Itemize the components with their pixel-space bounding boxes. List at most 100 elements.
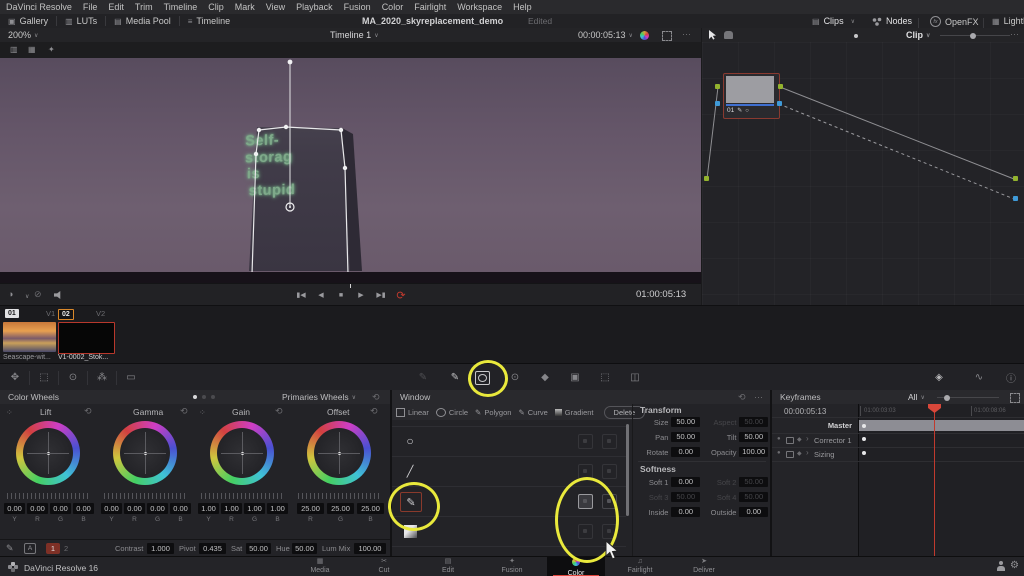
go-to-end-button[interactable]: ▶▮ <box>373 288 389 302</box>
track-sizing-label[interactable]: Sizing <box>814 450 834 459</box>
sizing-keyframe-icon[interactable]: ◆ <box>797 450 802 457</box>
wheels-reset-icon[interactable]: ⟲ <box>372 392 380 403</box>
palette-page-dots[interactable] <box>193 395 215 399</box>
track-corrector1-label[interactable]: Corrector 1 <box>814 436 852 445</box>
linear-shape-button[interactable]: Linear <box>396 408 429 417</box>
menu-workspace[interactable]: Workspace <box>457 2 502 12</box>
line-window-invert-toggle[interactable] <box>602 464 617 479</box>
step-back-button[interactable]: ◀ <box>313 288 329 302</box>
gamma-g-value[interactable]: 0.00 <box>147 503 168 514</box>
offset-reset-icon[interactable]: ⟲ <box>370 406 378 417</box>
menu-trim[interactable]: Trim <box>135 2 153 12</box>
gallery-button[interactable]: ▣ Gallery <box>8 16 48 26</box>
frame-tool-icon[interactable]: ▭ <box>120 372 142 383</box>
window-row-curve-selected[interactable]: ✎ <box>392 486 626 517</box>
keyframes-zoom-handle[interactable] <box>944 395 950 401</box>
outside-value[interactable]: 0.00 <box>739 507 768 517</box>
master-keyframe-dot[interactable] <box>862 424 866 428</box>
sizing-palette-icon[interactable]: ⬚ <box>594 372 616 383</box>
clips-button[interactable]: ▤ Clips ∨ <box>812 16 855 26</box>
lift-r-value[interactable]: 0.00 <box>27 503 48 514</box>
clip1-thumbnail[interactable] <box>3 322 56 352</box>
gain-g-value[interactable]: 1.00 <box>244 503 265 514</box>
settings-gear-icon[interactable]: ⚙ <box>1010 560 1019 571</box>
sizing-expand-icon[interactable]: › <box>806 448 809 457</box>
auto-balance-badge[interactable]: A <box>24 543 36 554</box>
grade-icon[interactable]: ◑ <box>8 289 13 299</box>
hue-value[interactable]: 50.00 <box>292 543 317 554</box>
clip2-thumbnail[interactable] <box>58 322 115 354</box>
corrector1-lock-icon[interactable] <box>786 437 794 444</box>
viewer-image[interactable]: Self- storag is stupid <box>0 58 701 272</box>
lift-b-value[interactable]: 0.00 <box>73 503 94 514</box>
lift-wheel[interactable] <box>16 421 80 485</box>
timeline-button[interactable]: ≡ Timeline <box>188 16 230 26</box>
audio-mute-icon[interactable] <box>54 291 63 299</box>
viewer-timecode[interactable]: 00:00:05:13 ∨ <box>578 30 633 40</box>
sizing-lock-icon[interactable] <box>786 451 794 458</box>
window-row-circle[interactable]: ○ <box>392 426 626 457</box>
wheels-page-2-button[interactable]: 2 <box>64 544 68 553</box>
node-rgb-input[interactable] <box>715 84 720 89</box>
gradient-window-invert-toggle[interactable] <box>602 524 617 539</box>
soft2-value[interactable]: 50.00 <box>739 477 768 487</box>
node-key-input[interactable] <box>715 101 720 106</box>
info-icon[interactable]: ⓘ <box>1000 370 1022 385</box>
color-match-icon[interactable]: ⁂ <box>91 372 113 383</box>
sizing-tool-icon[interactable]: ⬚ <box>33 372 55 383</box>
dropper-icon[interactable]: ✎ <box>6 543 14 554</box>
graph-rgb-output[interactable] <box>1013 176 1018 181</box>
menu-file[interactable]: File <box>83 2 98 12</box>
enhance-icon[interactable]: ✦ <box>48 45 55 54</box>
nodes-button[interactable]: Nodes <box>872 16 912 26</box>
page-tab-media[interactable]: ▦ Media <box>291 557 349 576</box>
corrector1-expand-icon[interactable]: › <box>806 434 809 443</box>
luts-button[interactable]: ▥ LUTs <box>65 16 97 26</box>
lift-g-value[interactable]: 0.00 <box>50 503 71 514</box>
track-master-label[interactable]: Master <box>772 421 852 430</box>
menu-edit[interactable]: Edit <box>108 2 124 12</box>
gain-b-value[interactable]: 1.00 <box>267 503 288 514</box>
media-pool-button[interactable]: ▤ Media Pool <box>114 16 171 26</box>
wheels-page-1-button[interactable]: 1 <box>46 543 60 554</box>
menu-fairlight[interactable]: Fairlight <box>414 2 446 12</box>
gamma-r-value[interactable]: 0.00 <box>124 503 145 514</box>
opacity-value[interactable]: 100.00 <box>739 447 768 457</box>
window-reset-icon[interactable]: ⟲ <box>738 392 746 403</box>
menu-color[interactable]: Color <box>382 2 404 12</box>
menu-clip[interactable]: Clip <box>208 2 224 12</box>
viewer-options-icon[interactable]: ⋯ <box>682 29 691 40</box>
stop-button[interactable]: ■ <box>333 288 349 302</box>
offset-g-value[interactable]: 25.00 <box>327 503 354 514</box>
color-wheels-tool-icon[interactable]: ✥ <box>4 372 26 383</box>
tracker-tool-icon[interactable]: ⊙ <box>504 372 526 383</box>
gradient-shape-button[interactable]: Gradient <box>555 408 594 417</box>
curve-shape-button[interactable]: ✎ Curve <box>518 408 547 417</box>
gain-mode-icon[interactable]: ⁘ <box>199 408 206 417</box>
tilt-value[interactable]: 50.00 <box>739 432 768 442</box>
gamma-y-value[interactable]: 0.00 <box>101 503 122 514</box>
rotate-value[interactable]: 0.00 <box>671 447 700 457</box>
menu-view[interactable]: View <box>266 2 285 12</box>
gain-y-value[interactable]: 1.00 <box>198 503 219 514</box>
node-mode-select[interactable]: Clip ∨ <box>906 30 930 40</box>
viewer-panel[interactable]: ▥ ▦ ✦ Self- storag is stupid <box>0 42 701 283</box>
menu-mark[interactable]: Mark <box>235 2 255 12</box>
pointer-tool-icon[interactable] <box>708 30 717 40</box>
keyframes-playhead-line[interactable] <box>934 404 935 556</box>
sizing-keyframe-dot[interactable] <box>862 451 866 455</box>
openfx-button[interactable]: fx OpenFX <box>930 16 979 27</box>
gain-wheel[interactable] <box>210 421 274 485</box>
gradient-window-mask-toggle[interactable] <box>578 524 593 539</box>
gamma-b-value[interactable]: 0.00 <box>170 503 191 514</box>
page-tab-fusion[interactable]: ✦ Fusion <box>483 557 541 576</box>
corrector-node[interactable]: 01 ✎ ○ <box>723 73 780 119</box>
gain-reset-icon[interactable]: ⟲ <box>275 406 283 417</box>
viewer-zoom-select[interactable]: 200% ∨ <box>8 30 38 40</box>
window-options-icon[interactable]: ⋯ <box>754 392 763 403</box>
lift-reset-icon[interactable]: ⟲ <box>84 406 92 417</box>
keyframes-playhead-marker[interactable] <box>928 404 941 413</box>
soft3-value[interactable]: 50.00 <box>671 492 700 502</box>
soft4-value[interactable]: 50.00 <box>739 492 768 502</box>
node-key-output[interactable] <box>777 101 782 106</box>
